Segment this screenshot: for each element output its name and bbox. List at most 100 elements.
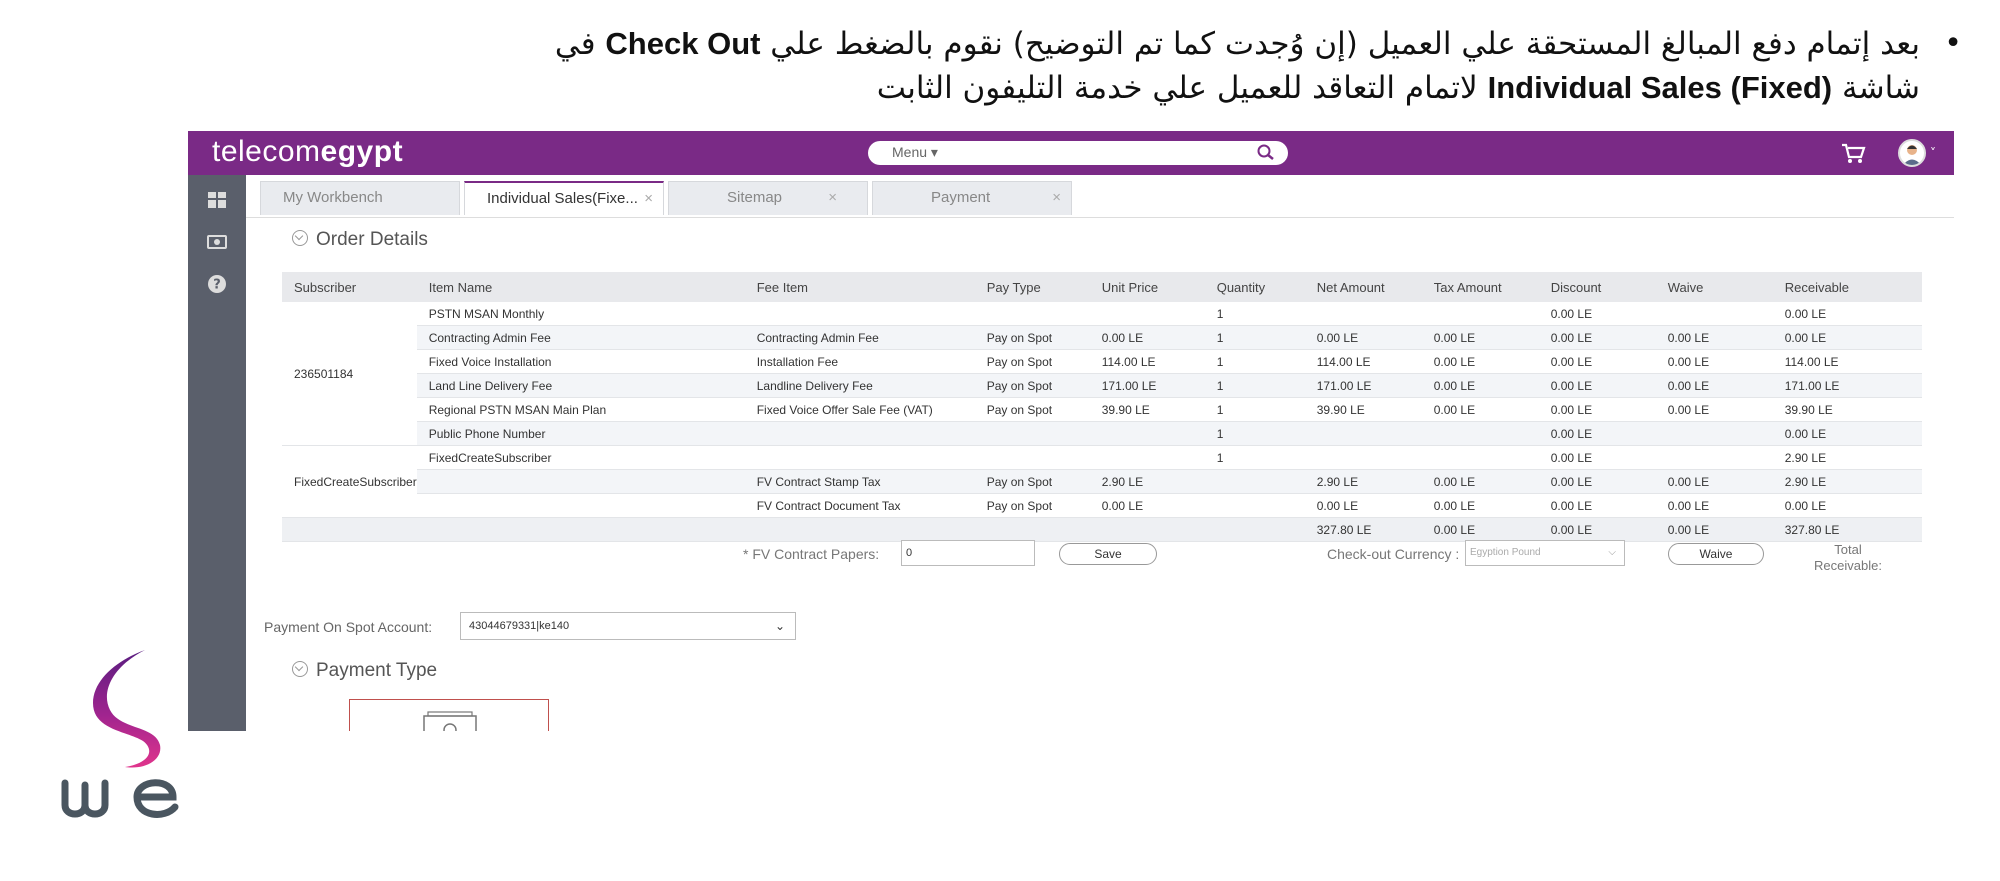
chevron-down-icon: ⌵ <box>1608 547 1616 558</box>
checkout-currency-select[interactable]: Egyption Pound ⌵ <box>1465 540 1625 566</box>
crm-screenshot: telecomegypt Menu ▾ ˅ ? My Workbench Ind… <box>188 131 1954 731</box>
table-cell <box>1304 302 1422 326</box>
column-header: Unit Price <box>1089 272 1205 302</box>
table-cell: 114.00 LE <box>1772 349 1922 374</box>
table-row: Regional PSTN MSAN Main Plan Fixed Voice… <box>282 397 1922 422</box>
table-row: FixedCreateSubscriber FixedCreateSubscri… <box>282 445 1922 518</box>
table-cell: 0.00 LE <box>1304 493 1422 518</box>
table-cell: 0.00 LE <box>1772 325 1922 350</box>
table-cell: 0.00 LE <box>1538 397 1656 422</box>
table-cell: 0.00 LE <box>1655 469 1773 494</box>
table-cell <box>1089 421 1205 446</box>
table-cell: 1 <box>1204 302 1305 326</box>
total-receivable-line2: Receivable: <box>1814 558 1882 573</box>
table-cell: 2.90 LE <box>1772 445 1922 470</box>
menu-dropdown[interactable]: Menu ▾ <box>892 144 938 161</box>
chevron-down-icon: ⌄ <box>774 619 785 633</box>
table-cell: 1 <box>1204 445 1305 470</box>
totals-row: 327.80 LE 0.00 LE 0.00 LE 0.00 LE 327.80… <box>282 517 1922 542</box>
collapse-icon[interactable] <box>292 230 308 246</box>
total-receivable-label: Total Receivable: <box>1793 542 1903 574</box>
svg-text:?: ? <box>213 278 221 293</box>
cart-icon[interactable] <box>1840 141 1866 165</box>
column-header: Subscriber <box>282 272 417 302</box>
order-details-header[interactable]: Order Details <box>292 229 428 251</box>
table-cell: FixedCreateSubscriber <box>416 445 745 470</box>
telecomegypt-logo: telecomegypt <box>212 135 404 168</box>
table-cell: Contracting Admin Fee <box>416 325 745 350</box>
tab-bar: My Workbench Individual Sales(Fixe... × S… <box>246 175 1954 218</box>
table-cell: 1 <box>1204 325 1305 350</box>
payment-type-card[interactable] <box>349 699 549 731</box>
fv-papers-label: * FV Contract Papers: <box>743 546 880 562</box>
table-cell: 0.00 LE <box>1421 325 1539 350</box>
table-row: Land Line Delivery Fee Landline Delivery… <box>282 373 1922 398</box>
table-cell: 1 <box>1204 349 1305 374</box>
close-icon[interactable]: × <box>644 183 653 215</box>
avatar-caret-icon[interactable]: ˅ <box>1930 146 1936 160</box>
table-cell <box>744 445 975 470</box>
column-header: Quantity <box>1204 272 1305 302</box>
table-row: Contracting Admin Fee Contracting Admin … <box>282 325 1922 350</box>
table-cell: Land Line Delivery Fee <box>416 373 745 398</box>
waive-button[interactable]: Waive <box>1668 543 1764 565</box>
table-cell <box>1089 445 1205 470</box>
table-cell: 0.00 LE <box>1655 397 1773 422</box>
close-icon[interactable]: × <box>828 182 837 214</box>
table-cell: Fixed Voice Installation <box>416 349 745 374</box>
tab-individual-sales[interactable]: Individual Sales(Fixe... × <box>464 181 664 215</box>
tab-sitemap[interactable]: Sitemap × <box>668 181 868 215</box>
table-cell: Pay on Spot <box>974 325 1090 350</box>
dashboard-icon[interactable] <box>206 189 228 211</box>
table-cell: 0.00 LE <box>1538 445 1656 470</box>
table-cell <box>282 517 1305 542</box>
table-cell: Fixed Voice Offer Sale Fee (VAT) <box>744 397 975 422</box>
table-cell <box>416 493 745 518</box>
tab-payment[interactable]: Payment × <box>872 181 1072 215</box>
table-cell: 0.00 LE <box>1421 493 1539 518</box>
table-cell: 0.00 LE <box>1772 421 1922 446</box>
table-cell: Pay on Spot <box>974 469 1090 494</box>
cash-register-icon[interactable] <box>206 231 228 253</box>
total-net-amount: 327.80 LE <box>1304 517 1422 542</box>
table-cell: 0.00 LE <box>1538 421 1656 446</box>
table-cell <box>1204 469 1305 494</box>
column-header: Waive <box>1655 272 1773 302</box>
table-cell: 171.00 LE <box>1772 373 1922 398</box>
subscriber-cell: FixedCreateSubscriber <box>282 445 417 518</box>
menu-search-box[interactable]: Menu ▾ <box>868 141 1288 165</box>
save-button[interactable]: Save <box>1059 543 1157 565</box>
table-cell <box>974 421 1090 446</box>
table-row: Public Phone Number 1 0.00 LE 0.00 LE <box>282 421 1922 446</box>
table-cell: 0.00 LE <box>1089 325 1205 350</box>
payment-type-header[interactable]: Payment Type <box>292 660 437 682</box>
table-cell: 2.90 LE <box>1772 469 1922 494</box>
tab-my-workbench[interactable]: My Workbench <box>260 181 460 215</box>
table-row: FV Contract Stamp Tax Pay on Spot 2.90 L… <box>282 469 1922 494</box>
table-cell: 171.00 LE <box>1089 373 1205 398</box>
table-cell: Landline Delivery Fee <box>744 373 975 398</box>
table-header-row: Subscriber Item Name Fee Item Pay Type U… <box>282 272 1922 302</box>
table-cell: FV Contract Document Tax <box>744 493 975 518</box>
table-cell: Contracting Admin Fee <box>744 325 975 350</box>
payment-account-select[interactable]: 43044679331|ke140 ⌄ <box>460 612 796 640</box>
collapse-icon[interactable] <box>292 661 308 677</box>
user-avatar[interactable] <box>1898 139 1926 167</box>
total-receivable: 327.80 LE <box>1772 517 1922 542</box>
bullet-line-2: شاشة Individual Sales (Fixed) لاتمام الت… <box>876 70 1920 106</box>
table-row: FV Contract Document Tax Pay on Spot 0.0… <box>282 493 1922 518</box>
search-icon[interactable] <box>1256 143 1276 163</box>
help-icon[interactable]: ? <box>206 273 228 295</box>
table-cell: Installation Fee <box>744 349 975 374</box>
close-icon[interactable]: × <box>1052 182 1061 214</box>
total-tax-amount: 0.00 LE <box>1421 517 1539 542</box>
table-cell <box>1304 445 1422 470</box>
fv-papers-input[interactable]: 0 <box>901 540 1035 566</box>
table-cell: 39.90 LE <box>1304 397 1422 422</box>
table-cell: 171.00 LE <box>1304 373 1422 398</box>
table-cell: 1 <box>1204 421 1305 446</box>
table-cell <box>1421 421 1539 446</box>
table-cell: 0.00 LE <box>1538 469 1656 494</box>
we-logo <box>61 650 179 818</box>
table-cell: Pay on Spot <box>974 397 1090 422</box>
